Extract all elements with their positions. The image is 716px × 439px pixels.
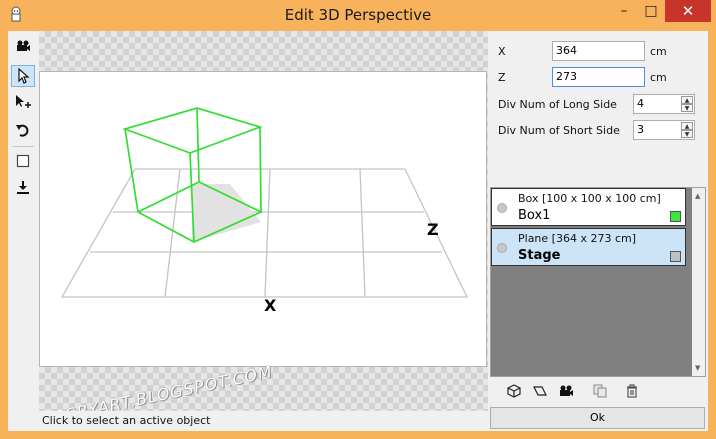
object-row-stage[interactable]: Plane [364 x 273 cm] Stage: [491, 228, 686, 266]
maximize-button[interactable]: □: [638, 0, 664, 22]
close-button[interactable]: ✕: [665, 0, 711, 22]
x-unit: cm: [650, 45, 667, 58]
title-bar[interactable]: Edit 3D Perspective – □ ✕: [0, 0, 716, 32]
visibility-dot-icon[interactable]: [497, 203, 507, 213]
camera-tool[interactable]: [11, 35, 35, 57]
z-unit: cm: [650, 71, 667, 84]
select-tool[interactable]: [11, 65, 35, 87]
div-short-value: 3: [637, 123, 644, 136]
app-window: Edit 3D Perspective – □ ✕ X Z COSBYART.B…: [0, 0, 716, 439]
visibility-dot-icon[interactable]: [497, 243, 507, 253]
object-name: Stage: [518, 248, 561, 263]
axis-x-label: X: [264, 296, 277, 315]
rotate-icon: [16, 124, 29, 137]
object-list: Box [100 x 100 x 100 cm] Box1 Plane [364…: [490, 187, 706, 377]
viewport-area: X Z COSBYART.BLOGSPOT.COM: [39, 31, 488, 430]
scene-svg: X Z: [60, 107, 469, 315]
object-type-label: Plane [364 x 273 cm]: [518, 232, 637, 245]
div-short-stepper[interactable]: 3 ▲ ▼: [633, 120, 695, 140]
add-plane-button[interactable]: [530, 381, 550, 401]
ground-tool[interactable]: [11, 176, 35, 198]
color-swatch[interactable]: [670, 211, 681, 222]
div-long-spin-buttons[interactable]: ▲ ▼: [681, 96, 693, 112]
list-scrollbar[interactable]: ▲ ▼: [692, 188, 705, 376]
move-cursor-icon: [16, 95, 31, 108]
div-short-label: Div Num of Short Side: [498, 124, 620, 137]
div-short-spin-buttons[interactable]: ▲ ▼: [681, 122, 693, 138]
duplicate-button[interactable]: [590, 381, 610, 401]
spin-up-icon[interactable]: ▲: [681, 96, 693, 104]
plane-add-icon: [533, 386, 547, 396]
z-field[interactable]: 273: [552, 67, 645, 87]
add-camera-button[interactable]: [556, 381, 576, 401]
box-wireframe[interactable]: [122, 107, 264, 243]
object-row-box1[interactable]: Box [100 x 100 x 100 cm] Box1: [491, 188, 686, 226]
toolbar-separator: [12, 146, 34, 147]
duplicate-icon: [593, 384, 607, 398]
download-icon: [17, 181, 29, 194]
square-icon: [16, 154, 30, 168]
viewport-canvas[interactable]: X Z: [39, 71, 487, 367]
box-add-icon: [507, 384, 521, 398]
spin-down-icon[interactable]: ▼: [681, 130, 693, 138]
z-label: Z: [498, 71, 506, 84]
box-shadow: [192, 184, 261, 242]
div-long-stepper[interactable]: 4 ▲ ▼: [633, 94, 695, 114]
object-name: Box1: [518, 208, 551, 223]
status-text: Click to select an active object: [42, 414, 211, 427]
div-long-label: Div Num of Long Side: [498, 98, 617, 111]
plane-tool[interactable]: [11, 150, 35, 172]
color-swatch[interactable]: [670, 251, 681, 262]
minimize-button[interactable]: –: [611, 0, 637, 22]
tool-palette: [8, 31, 38, 421]
move-tool[interactable]: [11, 91, 35, 113]
cursor-icon: [18, 68, 30, 84]
camera-icon: [560, 385, 573, 396]
dialog-body: X Z COSBYART.BLOGSPOT.COM Click to selec…: [8, 31, 708, 431]
delete-button[interactable]: [622, 381, 642, 401]
scroll-down-icon[interactable]: ▼: [695, 364, 700, 372]
trash-icon: [627, 384, 637, 398]
add-box-button[interactable]: [504, 381, 524, 401]
scroll-up-icon[interactable]: ▲: [695, 192, 700, 200]
spin-up-icon[interactable]: ▲: [681, 122, 693, 130]
x-label: X: [498, 45, 506, 58]
stage-plane-grid[interactable]: [60, 168, 469, 298]
div-long-value: 4: [637, 97, 644, 110]
ok-button[interactable]: Ok: [490, 407, 705, 429]
object-actions-bar: [492, 379, 704, 403]
object-type-label: Box [100 x 100 x 100 cm]: [518, 192, 661, 205]
status-bar: Click to select an active object: [39, 411, 488, 431]
spin-down-icon[interactable]: ▼: [681, 104, 693, 112]
rotate-tool[interactable]: [11, 119, 35, 141]
properties-panel: X 364 cm Z 273 cm Div Num of Long Side 4…: [492, 31, 704, 181]
axis-z-label: Z: [427, 220, 439, 239]
x-field[interactable]: 364: [552, 41, 645, 61]
window-title: Edit 3D Perspective: [284, 6, 432, 24]
camera-icon: [17, 40, 30, 51]
